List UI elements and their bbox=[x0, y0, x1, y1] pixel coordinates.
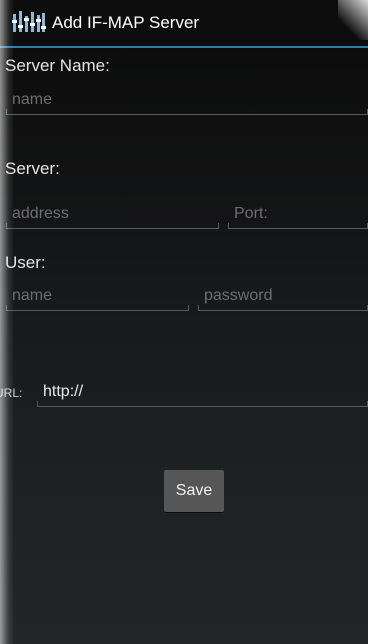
server-name-input[interactable] bbox=[8, 88, 366, 112]
server-address-field-underline bbox=[6, 202, 219, 229]
user-password-input[interactable] bbox=[200, 284, 366, 308]
equalizer-icon bbox=[12, 11, 46, 32]
save-button[interactable]: Save bbox=[164, 470, 224, 512]
url-input[interactable] bbox=[39, 380, 366, 404]
url-field-underline bbox=[37, 380, 368, 407]
title-bar: Add IF-MAP Server bbox=[0, 0, 368, 48]
url-label: URL: bbox=[0, 386, 23, 400]
server-name-label: Server Name: bbox=[5, 56, 110, 75]
user-name-input[interactable] bbox=[8, 284, 187, 308]
server-address-input[interactable] bbox=[8, 202, 217, 226]
page-title: Add IF-MAP Server bbox=[52, 13, 200, 32]
server-label: Server: bbox=[5, 159, 60, 178]
server-port-input[interactable] bbox=[230, 202, 366, 226]
user-password-field-underline bbox=[198, 284, 368, 311]
server-name-field-underline bbox=[6, 88, 368, 115]
user-label: User: bbox=[5, 253, 46, 272]
server-port-field-underline bbox=[228, 202, 368, 229]
add-ifmap-server-screen: Add IF-MAP Server Server Name: Server: U… bbox=[0, 0, 368, 644]
user-name-field-underline bbox=[6, 284, 189, 311]
